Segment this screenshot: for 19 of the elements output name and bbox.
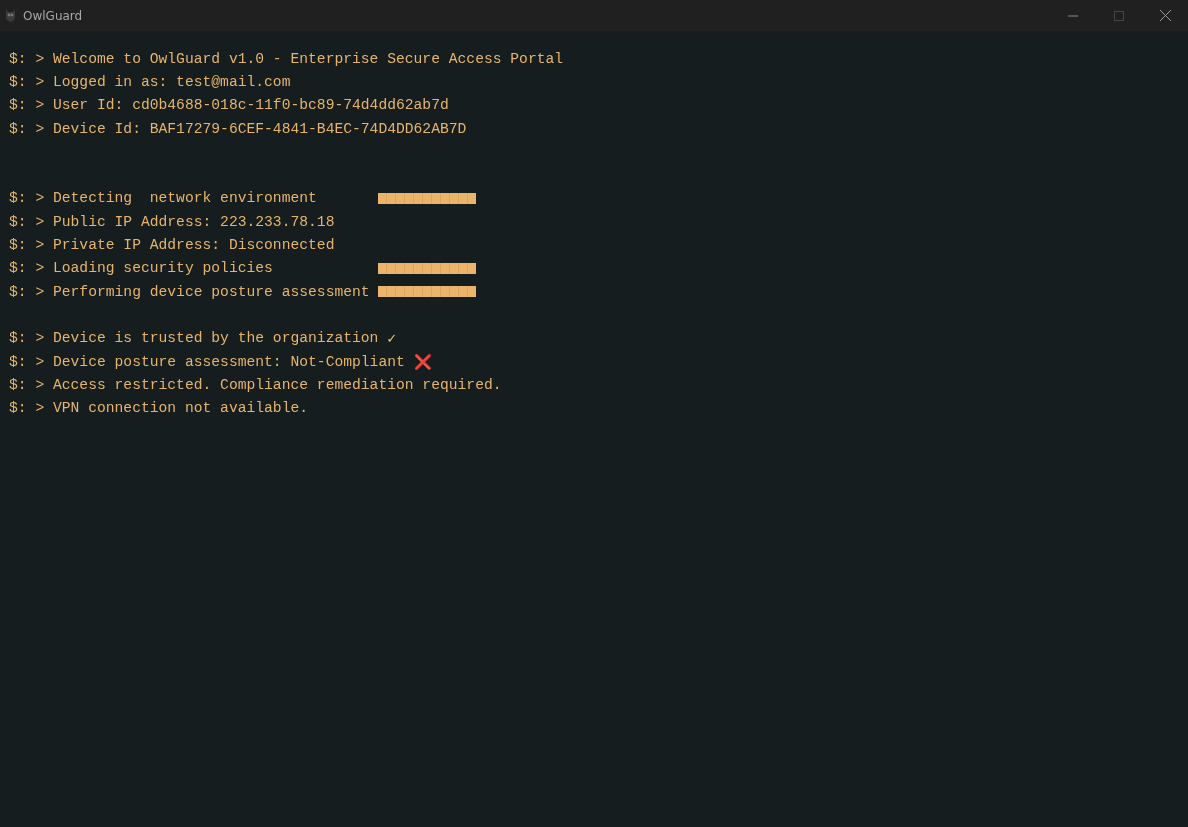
close-icon bbox=[1159, 10, 1171, 21]
console-line: $: > User Id: cd0b4688-018c-11f0-bc89-74d4dd62ab7d bbox=[9, 97, 449, 114]
console-line: $: > Performing device posture assessment bbox=[9, 283, 371, 300]
console-line: $: > Device posture assessment: Not-Compliant bbox=[9, 353, 405, 370]
console-line: $: > Device is trusted by the organization bbox=[9, 330, 379, 347]
console-line: $: > Private IP Address: Disconnected bbox=[9, 237, 335, 253]
console-line: $: > Logged in as: test@mail.com bbox=[9, 73, 291, 90]
console-line: $: > Device Id: BAF17279-6CEF-4841-B4EC-74D4DD62AB7D bbox=[9, 120, 467, 137]
window-title: OwlGuard bbox=[23, 8, 83, 23]
console-line: $: > Access restricted. Compliance remediation required. bbox=[9, 376, 502, 393]
check-mark: ✓ bbox=[387, 330, 396, 348]
console-line: $: > Welcome to OwlGuard v1.0 - Enterprise Secure Access Portal bbox=[9, 50, 564, 67]
owl-icon bbox=[4, 8, 17, 23]
maximize-icon bbox=[1114, 10, 1124, 21]
console-line: $: > VPN connection not available. bbox=[9, 400, 309, 417]
cross-mark: ❌ bbox=[413, 353, 432, 371]
console-line: $: > Detecting network environment bbox=[9, 190, 318, 207]
console-line: $: > Public IP Address: 223.233.78.18 bbox=[9, 213, 335, 230]
console-line: $: > Loading security policies bbox=[9, 260, 274, 277]
